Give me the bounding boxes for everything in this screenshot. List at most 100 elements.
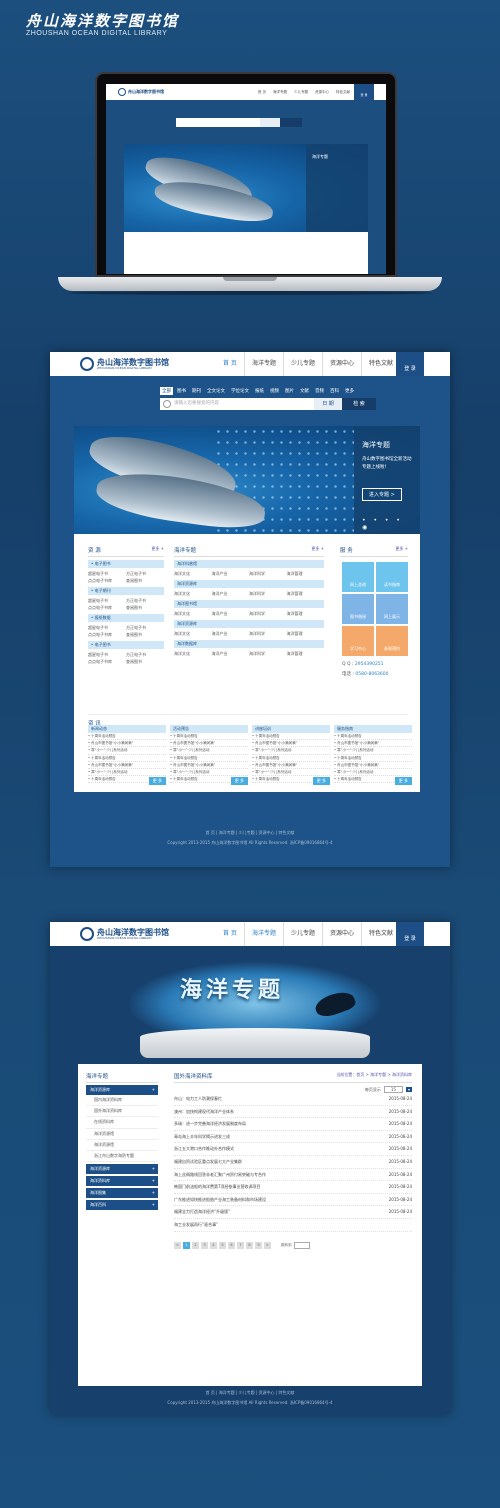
carousel-dots[interactable]: • • • • ◉ <box>362 517 412 531</box>
enter-topic-button[interactable]: 进入专题 > <box>362 488 402 501</box>
news-item[interactable]: • 舟山市图书馆“小小满润满” <box>170 762 248 770</box>
ocean-link[interactable]: 海洋产业 <box>212 570 250 577</box>
news-more-button[interactable]: 更 多 <box>148 777 166 785</box>
news-item[interactable]: • 十周年活动预告 <box>252 755 330 762</box>
sidebar-item[interactable]: 浙江舟山数字海防专题 <box>86 1151 158 1163</box>
ocean-link[interactable]: 海洋文化 <box>174 590 212 597</box>
resource-link[interactable]: 超星电子书 <box>88 624 126 631</box>
ocean-link[interactable]: 海洋管理 <box>287 590 325 597</box>
breadcrumb[interactable]: 当前位置：首页 > 海洋专题 > 海洋资料库 <box>336 1072 412 1080</box>
news-item[interactable]: • 舟山市图书馆“小小满润满” <box>334 740 412 748</box>
chevron-down-icon[interactable]: ▾ <box>405 1087 412 1092</box>
news-item[interactable]: • 十周年活动预告 <box>88 733 166 741</box>
news-item[interactable]: • 十周年活动预告 <box>252 733 330 741</box>
nav-resource-center[interactable]: 资源中心 <box>321 922 361 946</box>
article-row[interactable]: 澳州：加快构建现代海洋产业体系 2015-08-24 <box>174 1106 412 1119</box>
ocean-group-label[interactable]: 海洋科普馆 <box>174 560 324 568</box>
resource-link[interactable]: 查阅图书 <box>126 658 164 665</box>
page-button[interactable]: 7 <box>237 1241 244 1249</box>
page-button[interactable]: 2 <box>192 1241 199 1249</box>
tile-reading-guide[interactable]: 读书指南 <box>376 562 408 592</box>
sidebar-item[interactable]: 国内海洋资料库 <box>86 1095 158 1107</box>
tile-borrow[interactable]: 图书借阅 <box>342 594 374 624</box>
news-item[interactable]: • 舟山市图书馆“小小满润满” <box>334 762 412 770</box>
ocean-link[interactable]: 海洋产业 <box>212 610 250 617</box>
nav-home[interactable]: 首 页 <box>216 352 244 376</box>
news-more-button[interactable]: 更 多 <box>230 777 248 785</box>
tab-books[interactable]: 图书 <box>175 387 188 395</box>
news-item[interactable]: • 十周年活动预告 <box>88 755 166 762</box>
sidebar-item[interactable]: 国外海洋资料库 <box>86 1106 158 1118</box>
logo[interactable]: 舟山海洋数字图书馆 ZHOUSHAN OCEAN DIGITAL LIBRARY <box>97 358 169 370</box>
nav-kids-topic[interactable]: 少儿专题 <box>282 352 322 376</box>
resource-link[interactable]: 超星电子书 <box>88 570 126 577</box>
resource-link[interactable]: 查阅图书 <box>126 604 164 611</box>
article-row[interactable]: 福建全力打造海洋经济“升级版” 2015-08-24 <box>174 1206 412 1219</box>
news-more-button[interactable]: 更 多 <box>394 777 412 785</box>
ocean-group-label[interactable]: 海洋数据库 <box>174 640 324 648</box>
article-row[interactable]: 广东推进如快推进船舶产业海工装备材料和市场建设 2015-08-24 <box>174 1194 412 1207</box>
ocean-link[interactable]: 海洋管理 <box>287 610 325 617</box>
article-row[interactable]: 海上丝绸路线回答非老汇聚广州贸付易突破与专合作 2015-08-24 <box>174 1169 412 1182</box>
news-item[interactable]: • 寒“小一”·少儿系列活动 <box>334 769 412 777</box>
article-row[interactable]: 韩国门前油船的海洋费第7项经依事业营收调项目 2015-08-24 <box>174 1181 412 1194</box>
tab-audio[interactable]: 音频 <box>313 387 326 395</box>
ocean-link[interactable]: 海洋科学 <box>249 650 287 657</box>
tab-docs[interactable]: 文献 <box>298 387 311 395</box>
ocean-link[interactable]: 海洋管理 <box>287 570 325 577</box>
tile-online-show[interactable]: 网上展示 <box>376 594 408 624</box>
news-item[interactable]: • 十周年活动预告 <box>334 755 412 762</box>
resource-link[interactable]: 方正电子书 <box>126 570 164 577</box>
resource-link[interactable]: 点点电子书库 <box>88 631 126 638</box>
news-column-heading[interactable]: 讲座培训 <box>252 725 330 733</box>
ocean-link[interactable]: 海洋科学 <box>249 570 287 577</box>
ocean-group-label[interactable]: 海洋图书馆 <box>174 600 324 608</box>
resource-link[interactable]: 超星电子书 <box>88 651 126 658</box>
search-input[interactable]: 请输入您要搜索的内容 <box>160 398 314 410</box>
sidebar-item[interactable]: 海洋图集 + <box>86 1188 158 1199</box>
resource-group-label[interactable]: • 电子期刊 <box>88 587 164 595</box>
nav-ocean-topic[interactable]: 海洋专题 <box>243 352 283 376</box>
resource-link[interactable]: 超星电子书 <box>88 597 126 604</box>
news-item[interactable]: • 寒“小一”·少儿系列活动 <box>170 769 248 777</box>
news-column-heading[interactable]: 服务指南 <box>334 725 412 733</box>
news-item[interactable]: • 寒“小一”·少儿系列活动 <box>88 769 166 777</box>
ocean-group-label[interactable]: 海洋资源库 <box>174 620 324 628</box>
tab-all[interactable]: 全部 <box>160 387 173 395</box>
news-item[interactable]: • 十周年活动预告 <box>170 733 248 741</box>
goto-input[interactable] <box>293 1241 310 1249</box>
topic-logo[interactable]: 舟山海洋数字图书馆 ZHOUSHAN OCEAN DIGITAL LIBRARY <box>97 928 169 940</box>
page-button[interactable]: 6 <box>228 1241 235 1249</box>
search-date-select[interactable]: 日 期 <box>314 398 342 410</box>
ocean-link[interactable]: 海洋管理 <box>287 630 325 637</box>
sidebar-item[interactable]: 海洋资料库 + <box>86 1176 158 1187</box>
mini-search-input[interactable] <box>176 118 260 127</box>
ocean-link[interactable]: 海洋科学 <box>249 610 287 617</box>
mini-search-button[interactable] <box>280 118 302 127</box>
ocean-link[interactable]: 海洋科学 <box>249 630 287 637</box>
tab-encyclopedia[interactable]: 百科 <box>328 387 341 395</box>
news-item[interactable]: • 舟山市图书馆“小小满润满” <box>252 740 330 748</box>
news-item[interactable]: • 寒“小一”·少儿系列活动 <box>252 747 330 755</box>
footer-links[interactable]: 首 页 | 海洋专题 | 少儿专题 | 资源中心 | 特色文献 <box>50 1390 450 1396</box>
nav-kids-topic[interactable]: 少儿专题 <box>282 922 322 946</box>
tile-online-consult[interactable]: 网上咨询 <box>342 562 374 592</box>
ocean-link[interactable]: 海洋产业 <box>212 650 250 657</box>
sidebar-item[interactable]: 海洋资源馆 <box>86 1140 158 1152</box>
news-item[interactable]: • 舟山市图书馆“小小满润满” <box>88 762 166 770</box>
page-button[interactable]: 8 <box>246 1241 253 1249</box>
page-button[interactable]: 5 <box>219 1241 226 1249</box>
news-item[interactable]: • 舟山市图书馆“小小满润满” <box>252 762 330 770</box>
ocean-link[interactable]: 海洋文化 <box>174 650 212 657</box>
mini-nav-resource[interactable]: 资源中心 <box>315 90 329 95</box>
per-page-select[interactable]: 15 <box>383 1086 403 1093</box>
tile-learning-center[interactable]: 学习中心 <box>342 626 374 656</box>
news-item[interactable]: • 舟山市图书馆“小小满润满” <box>88 740 166 748</box>
resource-link[interactable]: 查阅图书 <box>126 577 164 584</box>
news-item[interactable]: • 寒“小一”·少儿系列活动 <box>88 747 166 755</box>
sidebar-item[interactable]: 海洋资源馆 <box>86 1129 158 1140</box>
ocean-link[interactable]: 海洋产业 <box>212 630 250 637</box>
article-row[interactable]: 福建自贸试验区重点发展七大产业集群 2015-08-24 <box>174 1156 412 1169</box>
tab-video[interactable]: 视频 <box>268 387 281 395</box>
news-item[interactable]: • 寒“小一”·少儿系列活动 <box>252 769 330 777</box>
